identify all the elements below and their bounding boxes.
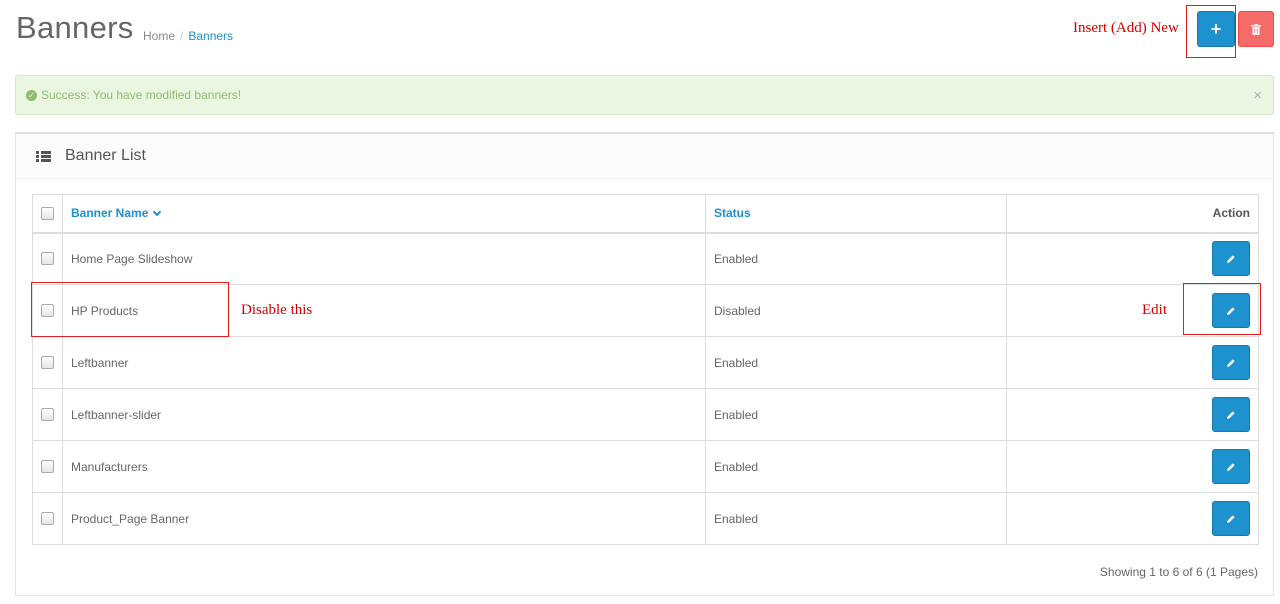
table-row: Home Page Slideshow Enabled: [32, 232, 1259, 285]
edit-button[interactable]: [1212, 397, 1250, 432]
annotation-edit: Edit: [1142, 302, 1167, 318]
banner-status-cell: Enabled: [705, 388, 1007, 441]
banner-status-cell: Enabled: [705, 336, 1007, 389]
table-row: Manufacturers Enabled: [32, 440, 1259, 493]
annotation-disable: Disable this: [241, 302, 313, 318]
add-new-button[interactable]: +: [1197, 11, 1235, 47]
header-status[interactable]: Status: [705, 194, 1007, 234]
delete-button[interactable]: [1238, 11, 1274, 47]
table-header-row: Banner Name Status Action: [32, 194, 1259, 234]
panel-heading: Banner List: [16, 134, 1273, 179]
edit-button[interactable]: [1212, 501, 1250, 536]
row-checkbox[interactable]: [41, 512, 54, 525]
banner-name-cell: Leftbanner: [62, 336, 706, 389]
banner-name-cell: Product_Page Banner: [62, 492, 706, 545]
banner-table: Banner Name Status Action Home Page Slid…: [32, 194, 1259, 545]
panel-title: Banner List: [65, 147, 146, 164]
banner-status-cell: Enabled: [705, 440, 1007, 493]
breadcrumb: Home / Banners: [143, 29, 233, 43]
select-all-checkbox[interactable]: [41, 206, 54, 220]
edit-button[interactable]: [1212, 449, 1250, 484]
annotation-box-edit: [1183, 283, 1261, 335]
annotation-insert: Insert (Add) New: [1073, 20, 1179, 36]
pencil-icon: [1227, 410, 1235, 419]
banner-status-cell: Enabled: [705, 492, 1007, 545]
breadcrumb-home[interactable]: Home: [143, 29, 175, 43]
close-icon[interactable]: ×: [1253, 87, 1262, 104]
header-checkbox-cell: [32, 194, 63, 234]
header-action: Action: [1006, 194, 1259, 234]
edit-button[interactable]: [1212, 241, 1250, 277]
header-banner-name[interactable]: Banner Name: [62, 194, 706, 234]
banner-name-cell: Home Page Slideshow: [62, 232, 706, 285]
alert-message: Success: You have modified banners!: [41, 88, 242, 102]
success-alert: ✓ Success: You have modified banners! ×: [15, 75, 1274, 115]
banner-name-cell: Leftbanner-slider: [62, 388, 706, 441]
pencil-icon: [1227, 358, 1235, 367]
page-title: Banners: [16, 10, 134, 45]
plus-icon: +: [1210, 18, 1222, 39]
row-checkbox[interactable]: [41, 408, 54, 421]
row-checkbox[interactable]: [41, 252, 54, 266]
pagination-info: Showing 1 to 6 of 6 (1 Pages): [1099, 565, 1258, 579]
table-row: Leftbanner-slider Enabled: [32, 388, 1259, 441]
pencil-icon: [1227, 514, 1235, 523]
banner-name-cell: Manufacturers: [62, 440, 706, 493]
row-checkbox[interactable]: [41, 460, 54, 473]
trash-icon: [1251, 23, 1261, 35]
edit-button[interactable]: [1212, 345, 1250, 380]
banner-status-cell: Disabled: [705, 284, 1007, 337]
row-checkbox[interactable]: [41, 356, 54, 369]
annotation-box-disable: [31, 282, 229, 337]
pencil-icon: [1227, 255, 1235, 263]
banner-list-panel: Banner List Banner Name Status Action Ho…: [15, 132, 1274, 596]
check-circle-icon: ✓: [26, 89, 37, 101]
table-row: Leftbanner Enabled: [32, 336, 1259, 389]
breadcrumb-current[interactable]: Banners: [188, 29, 233, 43]
banner-status-cell: Enabled: [705, 232, 1007, 285]
list-icon: [36, 150, 51, 162]
pencil-icon: [1227, 462, 1235, 471]
table-row: Product_Page Banner Enabled: [32, 492, 1259, 545]
sort-caret-icon: [153, 208, 162, 217]
breadcrumb-separator: /: [180, 29, 184, 43]
